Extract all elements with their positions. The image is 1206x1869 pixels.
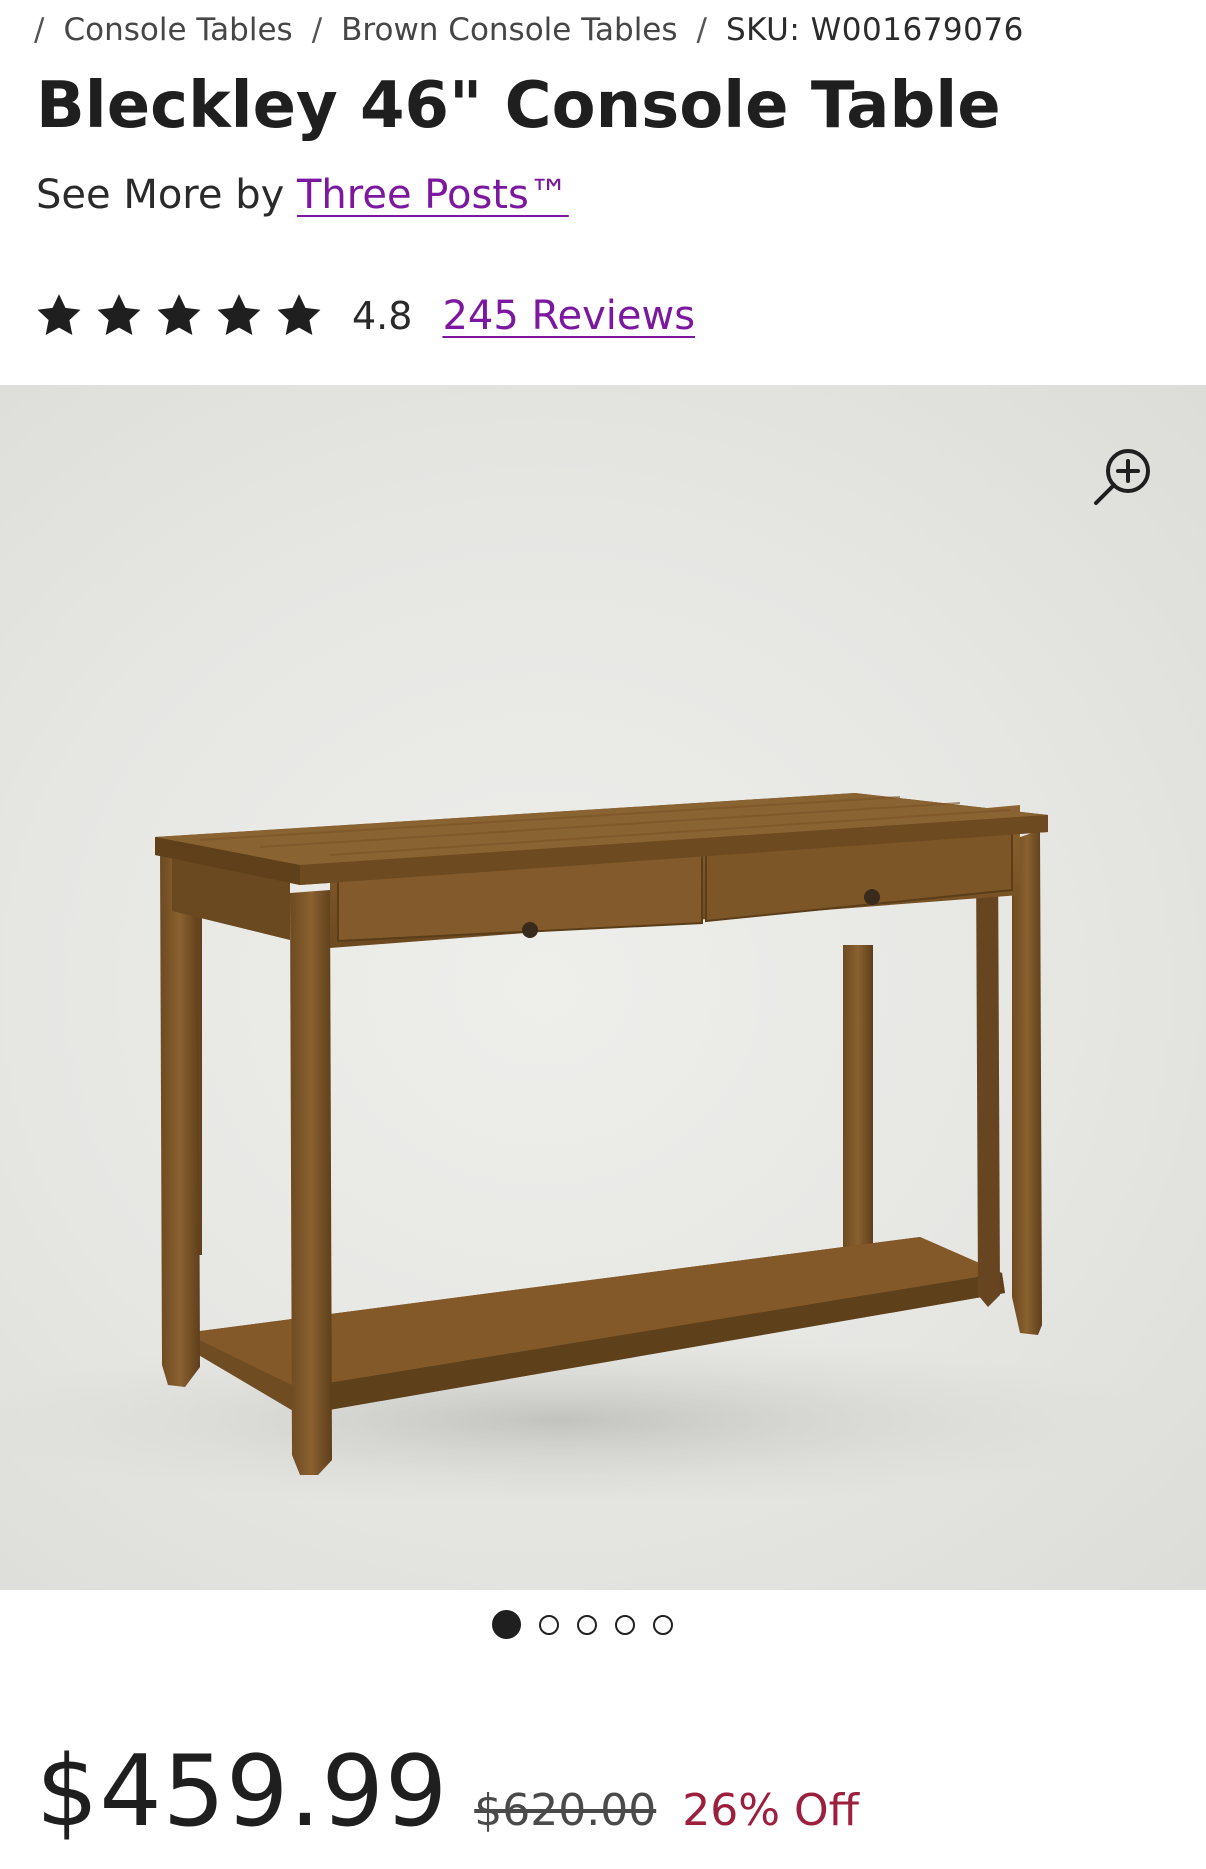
product-title: Bleckley 46" Console Table: [36, 69, 1001, 143]
product-image[interactable]: [0, 385, 1206, 1590]
star-icon: [277, 294, 321, 335]
breadcrumb-item-brown-console-tables[interactable]: Brown Console Tables: [341, 12, 677, 48]
breadcrumb-separator: /: [34, 12, 45, 48]
discount-badge: 26% Off: [682, 1785, 859, 1836]
console-table-image: [0, 793, 1160, 1510]
breadcrumb-item-console-tables[interactable]: Console Tables: [63, 12, 292, 48]
zoom-in-icon[interactable]: [1090, 443, 1156, 509]
sku-label: SKU: W001679076: [725, 12, 1024, 48]
star-icon: [37, 294, 81, 335]
carousel-dot-2[interactable]: [539, 1614, 559, 1635]
see-more-by: See More by Three Posts™: [36, 172, 569, 218]
star-rating: [34, 291, 324, 341]
carousel-dot-5[interactable]: [653, 1614, 673, 1635]
brand-link[interactable]: Three Posts™: [297, 172, 569, 218]
image-carousel-indicators: [492, 1610, 673, 1639]
carousel-dot-1[interactable]: [492, 1610, 521, 1639]
breadcrumb: / Console Tables / Brown Console Tables …: [34, 8, 1024, 52]
carousel-dot-3[interactable]: [577, 1614, 597, 1635]
current-price: $459.99: [36, 1735, 449, 1849]
star-icon: [217, 294, 261, 335]
see-more-prefix: See More by: [36, 172, 285, 218]
rating-summary: 4.8 245 Reviews: [34, 288, 695, 344]
price-block: $459.99 $620.00 26% Off: [36, 1735, 859, 1849]
reviews-link[interactable]: 245 Reviews: [442, 293, 695, 339]
rating-value: 4.8: [352, 294, 413, 338]
original-price: $620.00: [474, 1785, 657, 1836]
breadcrumb-separator: /: [311, 12, 323, 48]
breadcrumb-separator: /: [696, 12, 707, 48]
star-icon: [97, 294, 141, 335]
carousel-dot-4[interactable]: [615, 1614, 635, 1635]
star-icon: [157, 294, 201, 335]
